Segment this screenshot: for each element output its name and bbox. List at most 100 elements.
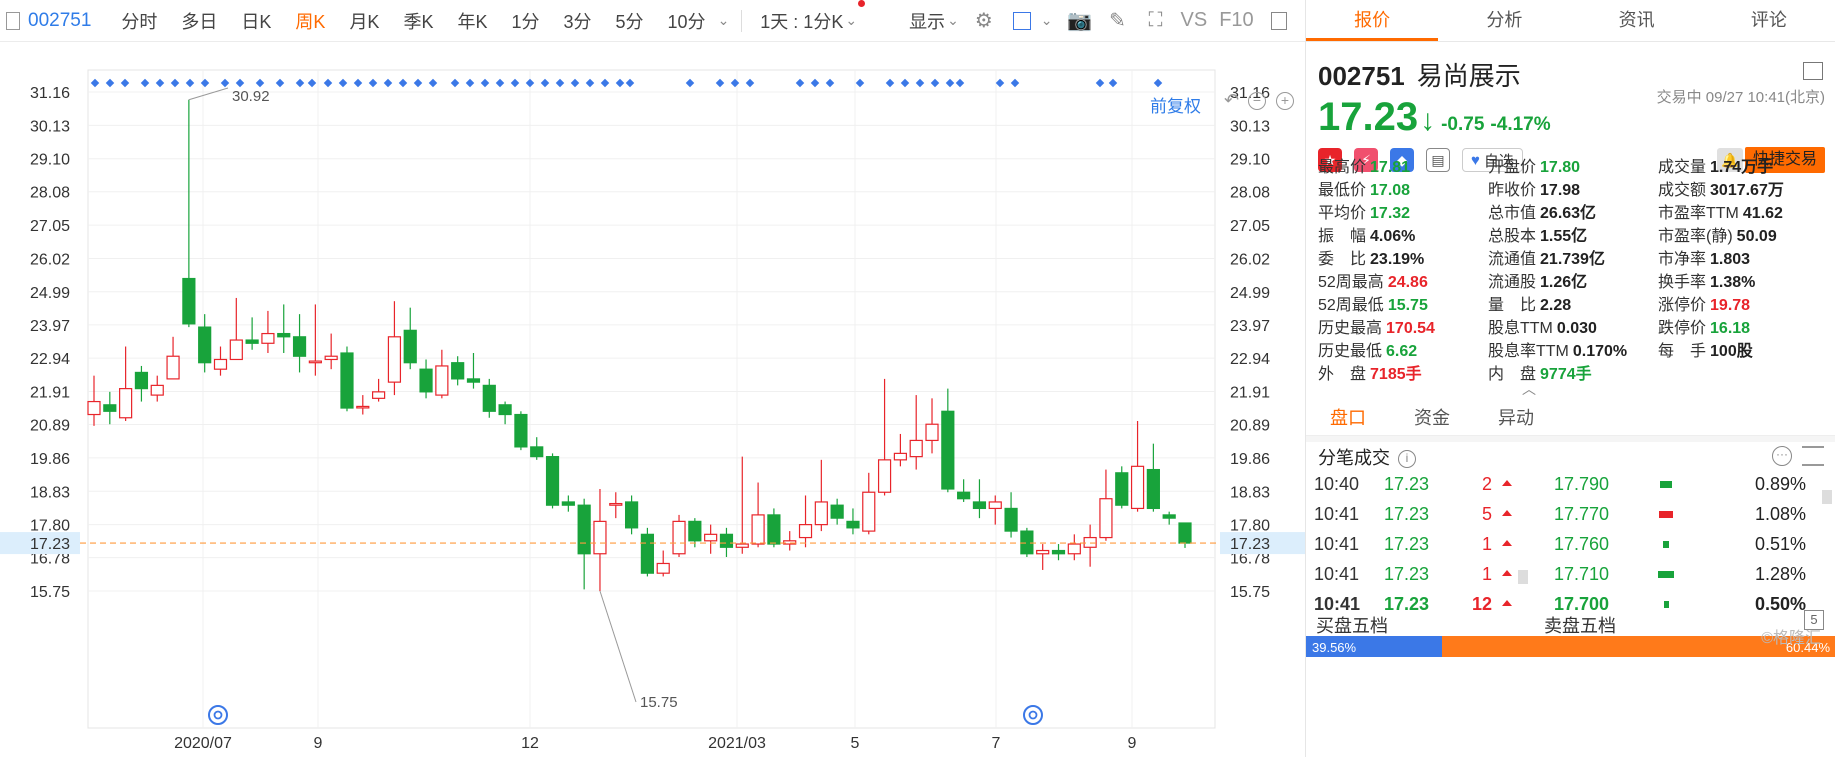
event-marker[interactable] — [450, 78, 460, 88]
candle-body[interactable] — [846, 520, 860, 529]
event-marker[interactable] — [730, 78, 740, 88]
candle-body[interactable] — [1178, 522, 1192, 544]
candle-body[interactable] — [530, 446, 544, 458]
candle-body[interactable] — [356, 405, 370, 409]
candle-body[interactable] — [1036, 549, 1050, 555]
candle-body[interactable] — [577, 504, 591, 555]
subtab-orderbook[interactable]: 盘口 — [1306, 400, 1390, 435]
sidebar-toggle-icon[interactable] — [6, 11, 20, 30]
candle-body[interactable] — [751, 514, 765, 545]
camera-icon[interactable]: 📷 — [1067, 8, 1093, 34]
candle-body[interactable] — [277, 332, 291, 338]
candle-body[interactable] — [166, 355, 180, 380]
candle-body[interactable] — [972, 501, 987, 510]
candle-body[interactable] — [925, 423, 939, 442]
candle-body[interactable] — [245, 339, 259, 344]
vs-button[interactable]: VS — [1181, 9, 1208, 32]
candle-body[interactable] — [514, 413, 528, 448]
timeframe-5[interactable]: 季K — [403, 8, 433, 34]
candle-body[interactable] — [1146, 468, 1160, 510]
event-marker[interactable] — [885, 78, 895, 88]
candle-body[interactable] — [1162, 514, 1176, 519]
candle-body[interactable] — [451, 362, 465, 380]
timeframe-9[interactable]: 5分 — [616, 8, 644, 34]
candle-body[interactable] — [134, 371, 149, 390]
candle-body[interactable] — [672, 520, 686, 555]
event-marker[interactable] — [383, 78, 393, 88]
reset-icon[interactable]: ↶ — [1224, 90, 1239, 111]
timeframe-8[interactable]: 3分 — [564, 8, 592, 34]
event-marker[interactable] — [185, 78, 195, 88]
candle-body[interactable] — [988, 501, 1002, 510]
event-marker[interactable] — [200, 78, 210, 88]
event-marker[interactable] — [90, 78, 100, 88]
tab-news[interactable]: 资讯 — [1571, 0, 1703, 41]
event-marker[interactable] — [1095, 78, 1105, 88]
adjust-mode-link[interactable]: 前复权 — [1150, 92, 1201, 117]
candle-body[interactable] — [1115, 472, 1129, 506]
at-event-icon[interactable] — [208, 705, 228, 725]
event-marker[interactable] — [1153, 78, 1163, 88]
event-marker[interactable] — [585, 78, 595, 88]
event-marker[interactable] — [495, 78, 505, 88]
event-marker[interactable] — [745, 78, 755, 88]
event-marker[interactable] — [900, 78, 910, 88]
indicator-box-icon[interactable] — [1009, 8, 1035, 34]
subtab-funds[interactable]: 资金 — [1390, 400, 1474, 435]
display-dropdown-icon[interactable]: ⌄ — [947, 12, 959, 29]
event-marker[interactable] — [307, 78, 317, 88]
candle-body[interactable] — [419, 368, 433, 393]
candle-body[interactable] — [1130, 465, 1145, 510]
zoom-out-icon[interactable]: − — [1248, 92, 1266, 110]
event-marker[interactable] — [353, 78, 363, 88]
candle-body[interactable] — [704, 533, 718, 542]
event-marker[interactable] — [555, 78, 565, 88]
event-marker[interactable] — [368, 78, 378, 88]
candle-body[interactable] — [593, 520, 607, 555]
candle-body[interactable] — [1099, 498, 1113, 539]
event-marker[interactable] — [465, 78, 475, 88]
candle-body[interactable] — [561, 501, 575, 506]
candle-body[interactable] — [482, 384, 496, 412]
fullscreen-icon[interactable]: ⛶ — [1143, 8, 1169, 34]
candle-body[interactable] — [435, 365, 449, 396]
event-marker[interactable] — [480, 78, 490, 88]
timeframe-10[interactable]: 10分 — [668, 8, 706, 34]
panel-toggle-icon[interactable] — [1266, 8, 1292, 34]
pencil-icon[interactable]: ✎ — [1105, 8, 1131, 34]
event-marker[interactable] — [995, 78, 1005, 88]
event-marker[interactable] — [600, 78, 610, 88]
event-marker[interactable] — [155, 78, 165, 88]
candle-body[interactable] — [640, 533, 655, 574]
candle-body[interactable] — [387, 336, 402, 383]
scrollbar-thumb[interactable] — [1518, 570, 1528, 584]
event-marker[interactable] — [338, 78, 348, 88]
info-icon[interactable]: i — [1398, 450, 1416, 469]
settings-gear-icon[interactable]: ⚙ — [971, 8, 997, 34]
scrollbar-thumb[interactable] — [1822, 490, 1832, 504]
event-marker[interactable] — [275, 78, 285, 88]
event-marker[interactable] — [930, 78, 940, 88]
candle-body[interactable] — [862, 491, 876, 532]
event-marker[interactable] — [255, 78, 265, 88]
f10-button[interactable]: F10 — [1219, 9, 1253, 32]
event-marker[interactable] — [570, 78, 580, 88]
event-marker[interactable] — [625, 78, 635, 88]
candle-body[interactable] — [1083, 536, 1097, 548]
candle-body[interactable] — [372, 391, 386, 399]
candle-body[interactable] — [466, 378, 481, 383]
event-marker[interactable] — [795, 78, 805, 88]
event-marker[interactable] — [1108, 78, 1118, 88]
candle-body[interactable] — [1004, 507, 1018, 532]
timeframe-6[interactable]: 年K — [457, 8, 487, 34]
timeframe-0[interactable]: 分时 — [121, 8, 157, 34]
timeframe-1[interactable]: 多日 — [181, 8, 217, 34]
timeframe-dropdown-icon[interactable]: ⌄ — [718, 12, 730, 29]
list-view-icon[interactable] — [1803, 62, 1823, 80]
timeframe-2[interactable]: 日K — [241, 8, 271, 34]
tab-analysis[interactable]: 分析 — [1438, 0, 1570, 41]
event-marker[interactable] — [323, 78, 333, 88]
candle-body[interactable] — [814, 501, 828, 526]
event-marker[interactable] — [220, 78, 230, 88]
event-marker[interactable] — [235, 78, 245, 88]
